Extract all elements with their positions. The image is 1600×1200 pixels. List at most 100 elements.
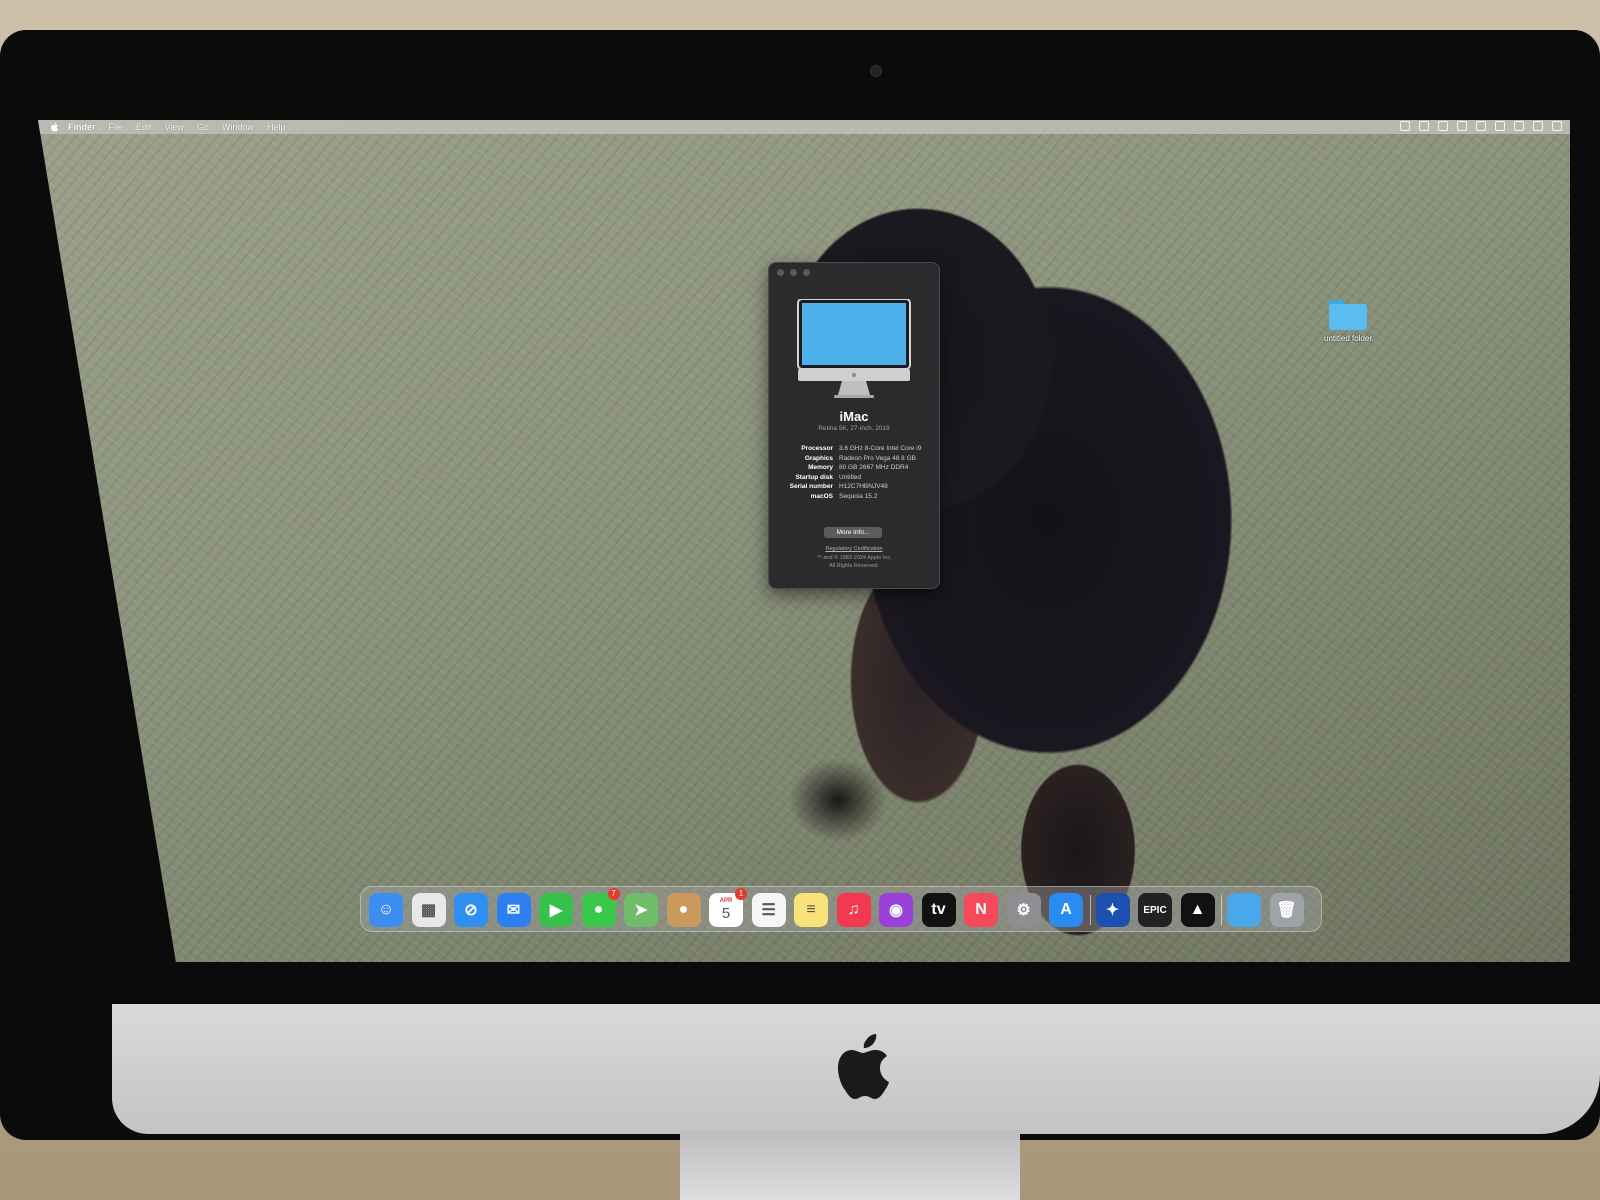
spec-row-macos: macOS Sequoia 15.2: [773, 493, 935, 501]
screen: Finder File Edit View Go Window Help unt…: [38, 120, 1570, 962]
dock-icon-glyph: 5: [721, 904, 731, 922]
more-info-button[interactable]: More Info...: [824, 527, 882, 538]
battlenet-icon[interactable]: ✦: [1095, 893, 1130, 927]
podcasts-icon[interactable]: ◉: [879, 893, 913, 927]
menu-bar: Finder File Edit View Go Window Help: [38, 120, 1570, 134]
desktop-folder[interactable]: untitled folder: [1308, 300, 1388, 343]
close-button[interactable]: [777, 269, 784, 276]
menu-app-finder[interactable]: Finder: [68, 122, 96, 132]
spec-value: H12C7HBNJV48: [839, 483, 888, 490]
desktop-folder-label: untitled folder: [1323, 334, 1373, 343]
dock: ☺ ▦ ⊘ ✉ ▶ ● 7 ➤ ● APR 5 1 ☰ ≡ ♫ ◉ tv N ⚙ A ✦ EPIC ▲ 🗑: [360, 886, 1322, 932]
dock-icon-glyph: ✦: [1105, 902, 1120, 919]
dock-icon-glyph: A: [1060, 901, 1072, 918]
dock-icon-glyph: ⊘: [464, 902, 478, 919]
dock-icon-glyph: ⚙: [1016, 902, 1031, 919]
spec-key: Graphics: [804, 454, 833, 462]
spec-key: Startup disk: [795, 473, 833, 481]
volume-icon[interactable]: [1457, 121, 1467, 131]
mail-icon[interactable]: ✉: [496, 893, 531, 927]
dock-icon-glyph: ●: [593, 901, 604, 918]
model-name: iMac: [839, 409, 869, 424]
spec-key: Processor: [801, 445, 833, 452]
reminders-icon[interactable]: ☰: [751, 893, 786, 927]
dock-icon-glyph: ≡: [806, 901, 816, 918]
spotlight-icon[interactable]: [1514, 121, 1524, 131]
trash-icon[interactable]: 🗑: [1269, 893, 1304, 927]
messages-icon[interactable]: ● 7: [581, 888, 620, 927]
news-icon[interactable]: N: [964, 893, 998, 927]
spec-key: Memory: [808, 464, 833, 471]
spec-list: Processor 3.6 GHz 8-Core Intel Core i9 G…: [773, 445, 935, 502]
notification-badge: 1: [735, 888, 747, 900]
downloads-folder-icon[interactable]: [1227, 893, 1261, 927]
notification-badge: 7: [607, 888, 620, 900]
spec-value: 3.6 GHz 8-Core Intel Core i9: [839, 445, 922, 452]
dock-icon-glyph: ☺: [377, 901, 395, 918]
launchpad-icon[interactable]: ▦: [411, 893, 446, 927]
display-icon[interactable]: [1438, 121, 1448, 131]
control-center-icon[interactable]: [1533, 121, 1543, 131]
bluetooth-icon[interactable]: [1400, 121, 1410, 131]
user-icon[interactable]: [1495, 121, 1505, 131]
menu-go[interactable]: Go: [197, 122, 209, 132]
facetime-icon[interactable]: ▶: [539, 893, 573, 927]
folder-icon: [1329, 300, 1367, 330]
app-store-icon[interactable]: A: [1049, 893, 1083, 927]
calendar-icon[interactable]: APR 5 1: [709, 888, 747, 927]
menu-view[interactable]: View: [165, 122, 184, 132]
curseforge-icon[interactable]: ▲: [1180, 893, 1215, 927]
regulatory-certification-link[interactable]: Regulatory Certification: [769, 546, 939, 552]
apple-logo-icon: [838, 1034, 889, 1099]
system-settings-icon[interactable]: ⚙: [1006, 893, 1041, 927]
maps-icon[interactable]: ➤: [624, 893, 658, 927]
dock-icon-glyph: N: [975, 901, 987, 918]
dock-separator: [1089, 895, 1091, 925]
menu-help[interactable]: Help: [267, 122, 286, 132]
dock-separator: [1221, 895, 1222, 925]
dock-icon-glyph: ♫: [847, 901, 860, 918]
spec-key: macOS: [810, 492, 833, 500]
zoom-button[interactable]: [803, 269, 810, 276]
window-controls: [777, 269, 810, 276]
dock-icon-glyph: ▦: [420, 902, 437, 919]
music-icon[interactable]: ♫: [836, 893, 871, 927]
spec-value: Sequoia 15.2: [839, 492, 878, 500]
dock-icon-glyph: ▲: [1189, 901, 1206, 918]
camera: [870, 65, 882, 77]
notes-icon[interactable]: ≡: [794, 893, 828, 927]
spec-value: Radeon Pro Vega 48 8 GB: [839, 454, 916, 462]
finder-icon[interactable]: ☺: [369, 893, 403, 927]
minimize-button[interactable]: [790, 269, 797, 276]
spec-value: 80 GB 2667 MHz DDR4: [839, 464, 909, 471]
menu-file[interactable]: File: [109, 122, 124, 132]
imac-illustration-icon: [797, 299, 911, 398]
dock-icon-glyph: ◉: [889, 902, 903, 919]
dock-icon-glyph: ✉: [506, 902, 521, 919]
dock-icon-glyph: 🗑: [1276, 902, 1297, 919]
epic-games-icon[interactable]: EPIC: [1138, 893, 1172, 927]
calendar-month: APR: [719, 897, 733, 904]
copyright-line-2: All Rights Reserved.: [829, 563, 879, 569]
spec-row-processor: Processor 3.6 GHz 8-Core Intel Core i9: [773, 445, 935, 453]
spec-value: Untitled: [839, 473, 862, 481]
dock-icon-glyph: EPIC: [1143, 904, 1167, 916]
copyright-line-1: ™ and © 1983-2024 Apple Inc.: [816, 555, 892, 561]
dock-icon-glyph: ➤: [634, 902, 648, 919]
safari-icon[interactable]: ⊘: [454, 893, 488, 927]
appletv-icon[interactable]: tv: [921, 893, 956, 927]
apple-menu-icon[interactable]: [50, 122, 60, 132]
spec-row-graphics: Graphics Radeon Pro Vega 48 8 GB: [773, 455, 935, 463]
spec-row-memory: Memory 80 GB 2667 MHz DDR4: [773, 464, 935, 472]
wifi-icon[interactable]: [1476, 121, 1486, 131]
contacts-icon[interactable]: ●: [666, 893, 701, 927]
imac-stand: [680, 1130, 1020, 1200]
dock-icon-glyph: ●: [678, 901, 689, 918]
menu-edit[interactable]: Edit: [136, 122, 152, 132]
dock-icon-glyph: tv: [931, 901, 946, 918]
battery-icon[interactable]: [1419, 121, 1429, 131]
menu-window[interactable]: Window: [222, 122, 254, 132]
siri-icon[interactable]: [1552, 121, 1562, 131]
spec-key: Serial number: [789, 483, 833, 490]
dock-icon-glyph: ☰: [761, 902, 776, 919]
